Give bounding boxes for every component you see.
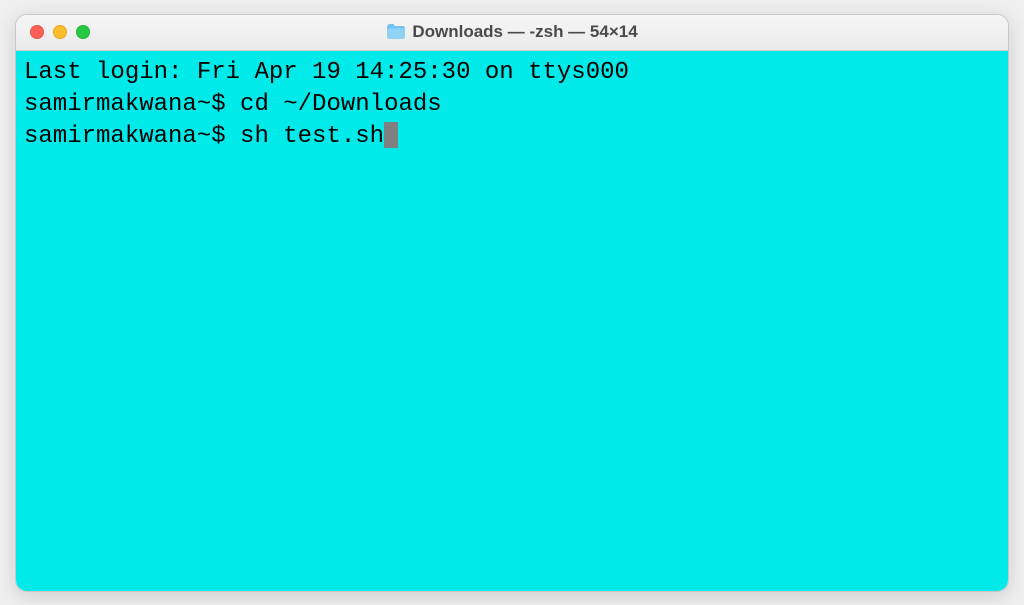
- minimize-button[interactable]: [53, 25, 67, 39]
- terminal-line: samirmakwana~$ sh test.sh: [24, 121, 1000, 153]
- terminal-body[interactable]: Last login: Fri Apr 19 14:25:30 on ttys0…: [16, 51, 1008, 591]
- prompt: samirmakwana~$: [24, 123, 240, 150]
- window-title: Downloads — -zsh — 54×14: [412, 22, 637, 42]
- command-text: sh test.sh: [240, 123, 384, 150]
- close-button[interactable]: [30, 25, 44, 39]
- zoom-button[interactable]: [76, 25, 90, 39]
- titlebar: Downloads — -zsh — 54×14: [16, 15, 1008, 51]
- terminal-window: Downloads — -zsh — 54×14 Last login: Fri…: [15, 14, 1009, 592]
- title-container: Downloads — -zsh — 54×14: [16, 22, 1008, 42]
- last-login-text: Last login: Fri Apr 19 14:25:30 on ttys0…: [24, 59, 629, 86]
- command-text: cd ~/Downloads: [240, 91, 442, 118]
- terminal-line: samirmakwana~$ cd ~/Downloads: [24, 89, 1000, 121]
- prompt: samirmakwana~$: [24, 91, 240, 118]
- terminal-line: Last login: Fri Apr 19 14:25:30 on ttys0…: [24, 57, 1000, 89]
- cursor: [384, 122, 398, 148]
- folder-icon: [386, 24, 406, 40]
- traffic-lights: [30, 25, 90, 39]
